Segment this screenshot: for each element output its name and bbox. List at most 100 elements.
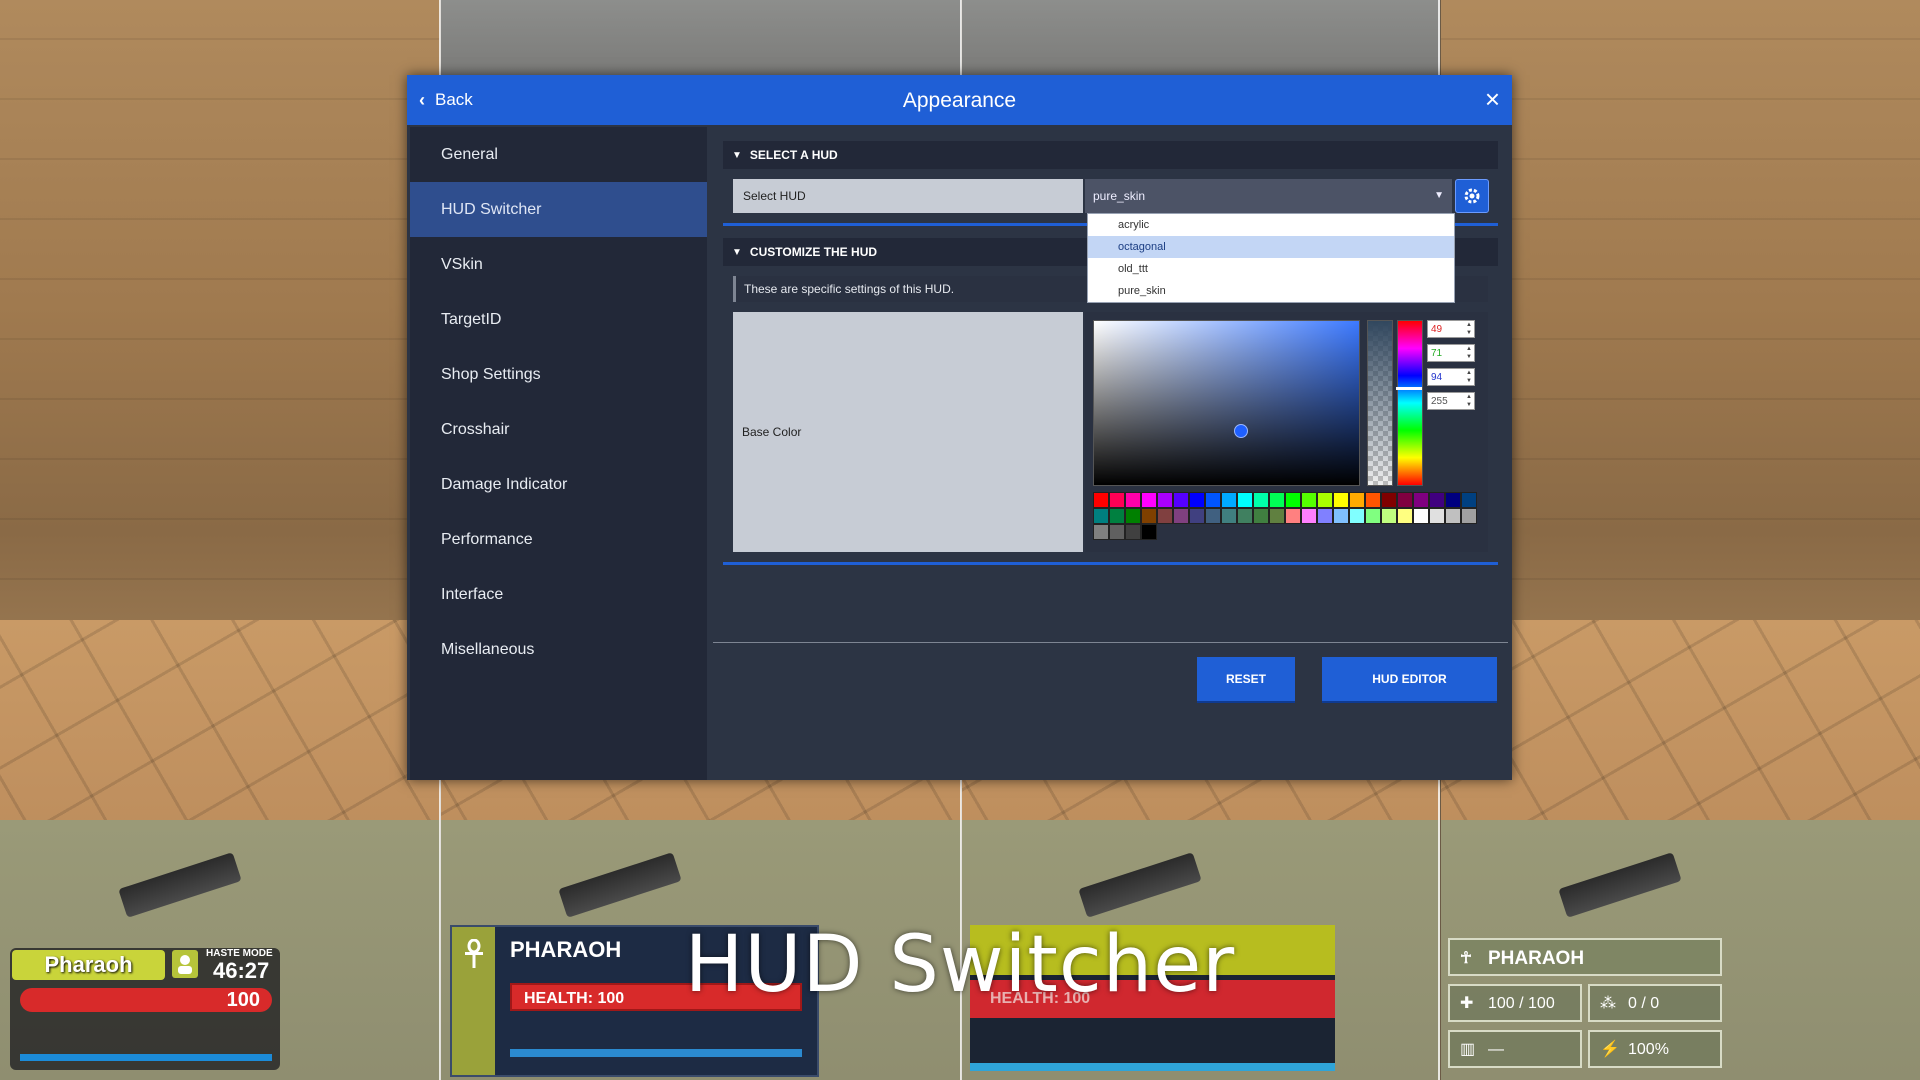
color-swatch[interactable] bbox=[1237, 508, 1253, 524]
color-swatch[interactable] bbox=[1365, 492, 1381, 508]
sidebar-item-vskin[interactable]: VSkin bbox=[410, 237, 707, 292]
color-swatch[interactable] bbox=[1237, 492, 1253, 508]
color-swatch[interactable] bbox=[1349, 508, 1365, 524]
color-swatch[interactable] bbox=[1317, 508, 1333, 524]
stat-cell: ▥ — bbox=[1448, 1030, 1582, 1068]
sidebar-item-crosshair[interactable]: Crosshair bbox=[410, 402, 707, 457]
reset-button[interactable]: RESET bbox=[1197, 657, 1295, 701]
saturation-value-area[interactable] bbox=[1093, 320, 1360, 486]
color-swatch[interactable] bbox=[1397, 508, 1413, 524]
color-swatch[interactable] bbox=[1333, 508, 1349, 524]
hue-slider[interactable] bbox=[1396, 320, 1423, 486]
color-swatch[interactable] bbox=[1093, 524, 1109, 540]
color-picker: 49 ▲ ▼ 71 ▲ ▼ 94 ▲ ▼ 255 ▲ ▼ bbox=[1085, 312, 1488, 552]
color-swatch[interactable] bbox=[1365, 508, 1381, 524]
color-swatch[interactable] bbox=[1461, 508, 1477, 524]
color-swatch[interactable] bbox=[1093, 508, 1109, 524]
color-swatch[interactable] bbox=[1429, 508, 1445, 524]
select-hud-row: Select HUD pure_skin ▼ bbox=[723, 179, 1498, 213]
bars-icon: ▥ bbox=[1460, 1041, 1476, 1058]
scene-panel-4 bbox=[1441, 0, 1920, 1080]
color-swatch[interactable] bbox=[1301, 492, 1317, 508]
sidebar-item-general[interactable]: General bbox=[410, 127, 707, 182]
caret-down-icon: ▼ bbox=[1434, 190, 1444, 201]
hud-editor-button[interactable]: HUD EDITOR bbox=[1322, 657, 1497, 701]
color-swatch[interactable] bbox=[1285, 508, 1301, 524]
green-input[interactable]: 71 ▲ ▼ bbox=[1427, 344, 1475, 362]
close-icon[interactable]: × bbox=[1485, 84, 1500, 114]
color-swatch-palette bbox=[1093, 492, 1481, 540]
overlay-title: HUD Switcher bbox=[684, 920, 1236, 1010]
sidebar-item-targetid[interactable]: TargetID bbox=[410, 292, 707, 347]
color-swatch[interactable] bbox=[1109, 524, 1125, 540]
collapse-triangle-icon: ▼ bbox=[732, 149, 742, 161]
spinner-icon[interactable]: ▲ ▼ bbox=[1466, 369, 1472, 385]
color-swatch[interactable] bbox=[1221, 508, 1237, 524]
dialog-title: Appearance bbox=[902, 89, 1017, 112]
color-swatch[interactable] bbox=[1157, 508, 1173, 524]
color-swatch[interactable] bbox=[1173, 508, 1189, 524]
spinner-icon[interactable]: ▲ ▼ bbox=[1466, 321, 1472, 337]
color-swatch[interactable] bbox=[1445, 508, 1461, 524]
sidebar-item-interface[interactable]: Interface bbox=[410, 567, 707, 622]
hud-settings-gear-button[interactable] bbox=[1455, 179, 1489, 213]
hud-options-list: acrylic octagonal old_ttt pure_skin bbox=[1087, 213, 1455, 303]
color-swatch[interactable] bbox=[1317, 492, 1333, 508]
color-swatch[interactable] bbox=[1205, 508, 1221, 524]
sidebar-item-hud-switcher[interactable]: HUD Switcher bbox=[410, 182, 707, 237]
color-swatch[interactable] bbox=[1125, 492, 1141, 508]
color-swatch[interactable] bbox=[1269, 508, 1285, 524]
alpha-slider[interactable] bbox=[1367, 320, 1393, 486]
color-swatch[interactable] bbox=[1109, 492, 1125, 508]
color-swatch[interactable] bbox=[1253, 508, 1269, 524]
color-swatch[interactable] bbox=[1413, 492, 1429, 508]
color-swatch[interactable] bbox=[1429, 492, 1445, 508]
hue-handle[interactable] bbox=[1396, 387, 1422, 390]
color-swatch[interactable] bbox=[1301, 508, 1317, 524]
sidebar-item-performance[interactable]: Performance bbox=[410, 512, 707, 567]
color-swatch[interactable] bbox=[1141, 492, 1157, 508]
dialog-titlebar: ‹ Back Appearance × bbox=[407, 75, 1512, 125]
color-swatch[interactable] bbox=[1189, 492, 1205, 508]
color-swatch[interactable] bbox=[1349, 492, 1365, 508]
gear-icon bbox=[1464, 188, 1480, 204]
color-swatch[interactable] bbox=[1445, 492, 1461, 508]
color-swatch[interactable] bbox=[1205, 492, 1221, 508]
hud-option-old-ttt[interactable]: old_ttt bbox=[1088, 258, 1454, 280]
color-swatch[interactable] bbox=[1461, 492, 1477, 508]
hud-option-octagonal[interactable]: octagonal bbox=[1088, 236, 1454, 258]
spinner-icon[interactable]: ▲ ▼ bbox=[1466, 393, 1472, 409]
appearance-dialog: ‹ Back Appearance × General HUD Switcher… bbox=[407, 75, 1512, 780]
color-swatch[interactable] bbox=[1413, 508, 1429, 524]
color-swatch[interactable] bbox=[1141, 508, 1157, 524]
color-swatch[interactable] bbox=[1397, 492, 1413, 508]
color-swatch[interactable] bbox=[1333, 492, 1349, 508]
color-swatch[interactable] bbox=[1125, 508, 1141, 524]
color-swatch[interactable] bbox=[1381, 508, 1397, 524]
alpha-value: 255 bbox=[1431, 396, 1448, 407]
red-input[interactable]: 49 ▲ ▼ bbox=[1427, 320, 1475, 338]
alpha-input[interactable]: 255 ▲ ▼ bbox=[1427, 392, 1475, 410]
color-swatch[interactable] bbox=[1269, 492, 1285, 508]
color-swatch[interactable] bbox=[1189, 508, 1205, 524]
color-swatch[interactable] bbox=[1109, 508, 1125, 524]
color-swatch[interactable] bbox=[1125, 524, 1141, 540]
hud-option-pure-skin[interactable]: pure_skin bbox=[1088, 280, 1454, 302]
color-swatch[interactable] bbox=[1253, 492, 1269, 508]
color-cursor[interactable] bbox=[1234, 424, 1248, 438]
color-swatch[interactable] bbox=[1141, 524, 1157, 540]
hud-option-acrylic[interactable]: acrylic bbox=[1088, 214, 1454, 236]
sidebar-item-shop-settings[interactable]: Shop Settings bbox=[410, 347, 707, 402]
hud-select-dropdown[interactable]: pure_skin ▼ bbox=[1085, 179, 1452, 213]
color-swatch[interactable] bbox=[1285, 492, 1301, 508]
color-swatch[interactable] bbox=[1221, 492, 1237, 508]
blue-input[interactable]: 94 ▲ ▼ bbox=[1427, 368, 1475, 386]
spinner-icon[interactable]: ▲ ▼ bbox=[1466, 345, 1472, 361]
color-swatch[interactable] bbox=[1157, 492, 1173, 508]
sidebar-item-misellaneous[interactable]: Misellaneous bbox=[410, 622, 707, 677]
color-swatch[interactable] bbox=[1381, 492, 1397, 508]
color-swatch[interactable] bbox=[1093, 492, 1109, 508]
section-header-select-hud[interactable]: ▼ SELECT A HUD bbox=[723, 141, 1498, 169]
sidebar-item-damage-indicator[interactable]: Damage Indicator bbox=[410, 457, 707, 512]
color-swatch[interactable] bbox=[1173, 492, 1189, 508]
